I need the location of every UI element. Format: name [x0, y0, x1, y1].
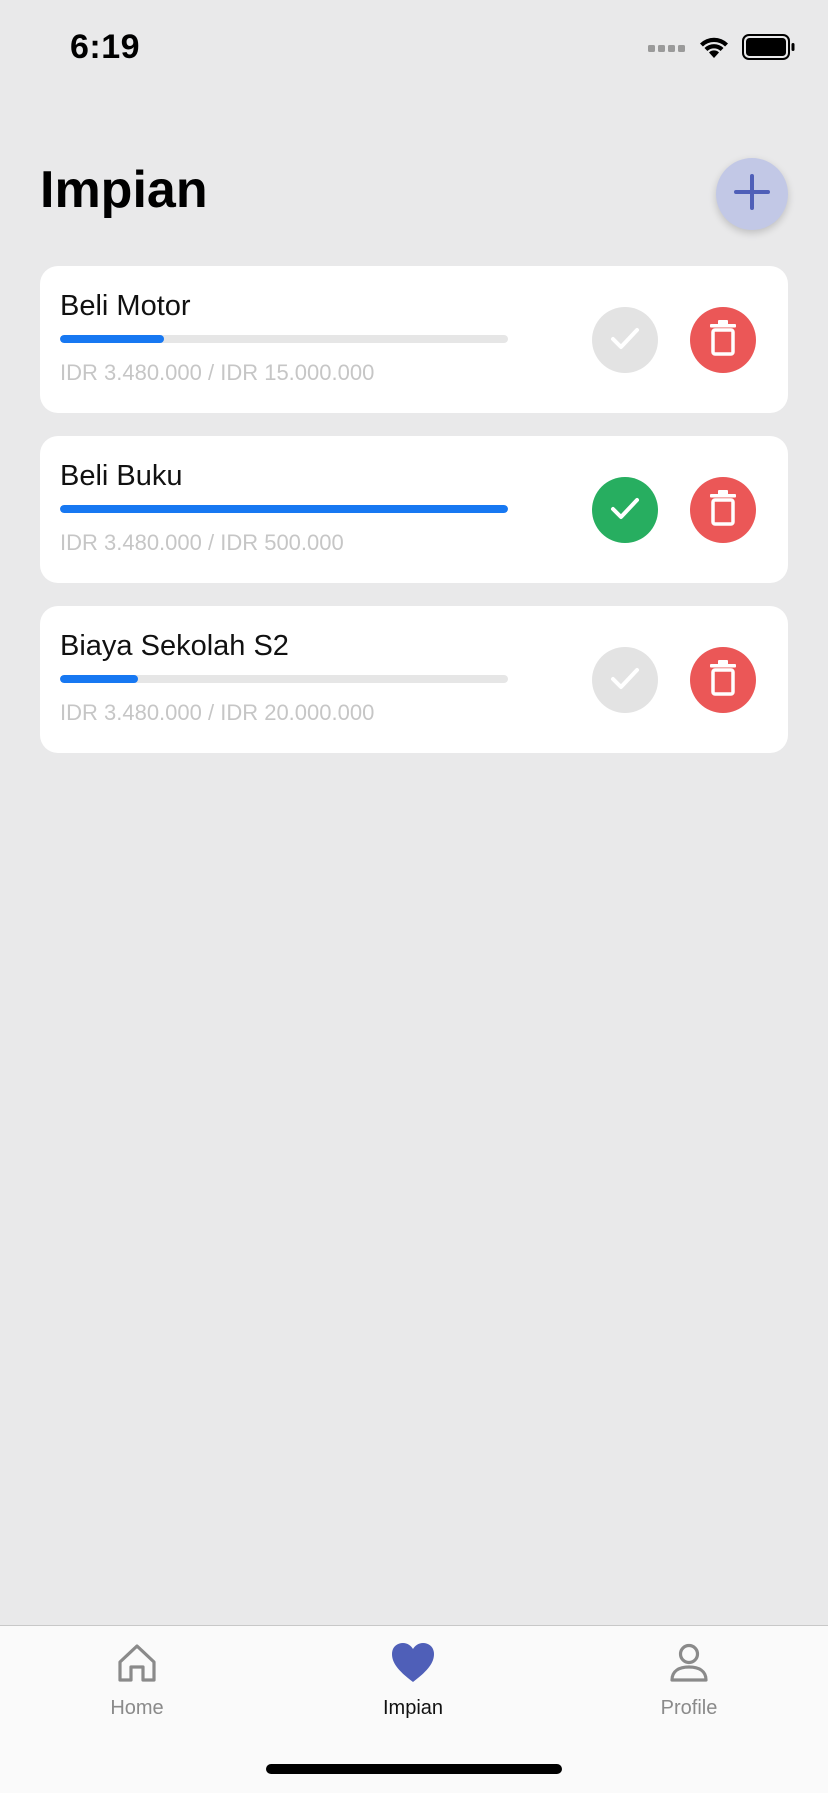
battery-icon — [742, 34, 796, 65]
tab-profile[interactable]: Profile — [609, 1642, 769, 1720]
wifi-icon — [698, 34, 730, 65]
home-icon — [116, 1642, 158, 1689]
dream-name: Beli Buku — [60, 460, 183, 492]
check-icon — [608, 321, 642, 360]
dream-amount: IDR 3.480.000 / IDR 500.000 — [60, 530, 344, 555]
person-icon — [668, 1642, 710, 1689]
cellular-signal-icon — [648, 41, 686, 59]
check-icon — [608, 661, 642, 700]
add-dream-button[interactable] — [716, 158, 788, 230]
dream-amount: IDR 3.480.000 / IDR 15.000.000 — [60, 360, 375, 385]
trash-icon — [708, 659, 738, 701]
status-icons — [648, 34, 796, 65]
progress-bar — [60, 505, 508, 513]
check-icon — [608, 491, 642, 530]
trash-icon — [708, 319, 738, 361]
progress-fill — [60, 505, 508, 513]
complete-button[interactable] — [592, 307, 658, 373]
tab-label: Home — [110, 1697, 164, 1719]
dream-name: Biaya Sekolah S2 — [60, 630, 289, 662]
tab-label: Profile — [660, 1697, 718, 1719]
delete-button[interactable] — [690, 477, 756, 543]
status-bar: 6:19 — [0, 0, 828, 100]
plus-icon — [733, 173, 771, 216]
dream-card: Beli Buku IDR 3.480.000 / IDR 500.000 — [40, 436, 788, 583]
tab-home[interactable]: Home — [57, 1642, 217, 1720]
delete-button[interactable] — [690, 307, 756, 373]
complete-button[interactable] — [592, 477, 658, 543]
dream-name: Beli Motor — [60, 290, 191, 322]
progress-fill — [60, 335, 164, 343]
dream-card: Biaya Sekolah S2 IDR 3.480.000 / IDR 20.… — [40, 606, 788, 753]
status-time: 6:19 — [70, 28, 141, 66]
progress-fill — [60, 675, 138, 683]
page-title: Impian — [40, 161, 208, 219]
tab-impian[interactable]: Impian — [333, 1642, 493, 1720]
tab-label: Impian — [382, 1697, 444, 1719]
home-indicator — [266, 1764, 562, 1774]
complete-button[interactable] — [592, 647, 658, 713]
trash-icon — [708, 489, 738, 531]
heart-icon — [391, 1642, 435, 1689]
progress-bar — [60, 335, 508, 343]
delete-button[interactable] — [690, 647, 756, 713]
progress-bar — [60, 675, 508, 683]
dream-amount: IDR 3.480.000 / IDR 20.000.000 — [60, 700, 375, 725]
dream-card: Beli Motor IDR 3.480.000 / IDR 15.000.00… — [40, 266, 788, 413]
